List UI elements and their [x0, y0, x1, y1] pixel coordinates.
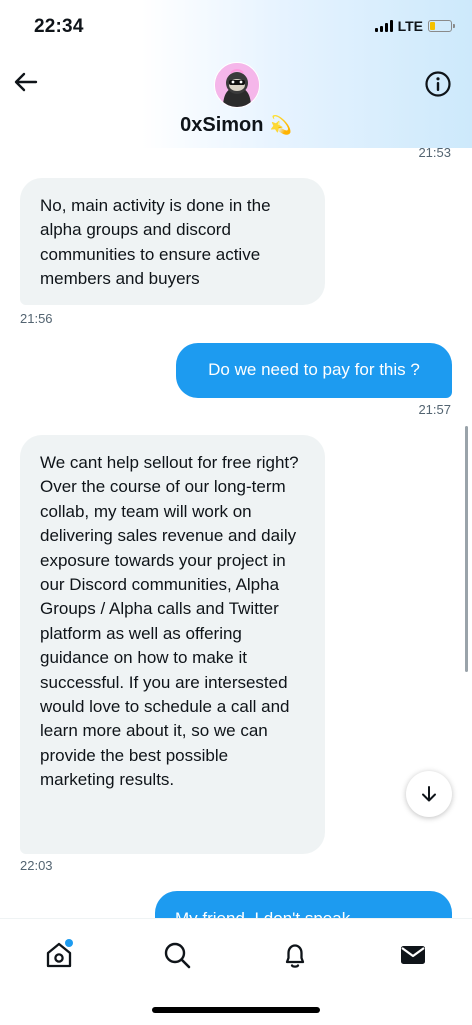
arrow-down-icon	[422, 786, 436, 802]
scrollbar[interactable]	[465, 426, 468, 672]
search-icon[interactable]	[155, 933, 199, 977]
network-label: LTE	[397, 18, 423, 34]
incoming-message[interactable]: We cant help sellout for free right? Ove…	[20, 435, 325, 854]
contact-avatar[interactable]	[214, 62, 260, 108]
status-indicators: LTE	[374, 18, 455, 34]
sparkle-emoji: 💫	[269, 115, 292, 135]
message-timestamp: 21:57	[418, 402, 451, 417]
contact-name[interactable]: 0xSimon 💫	[0, 114, 472, 137]
signal-icon	[374, 20, 393, 32]
scroll-to-bottom-button[interactable]	[406, 771, 452, 817]
notification-dot	[65, 939, 73, 947]
notifications-icon[interactable]	[273, 933, 317, 977]
message-timestamp: 21:56	[20, 311, 53, 326]
battery-icon	[428, 20, 455, 32]
incoming-message[interactable]: No, main activity is done in the alpha g…	[20, 178, 325, 305]
header: 22:34 LTE 0xSimon 💫	[0, 0, 472, 148]
home-icon[interactable]	[37, 933, 81, 977]
outgoing-message[interactable]: Do we need to pay for this ?	[176, 343, 452, 398]
message-timestamp: 22:03	[20, 858, 53, 873]
arrow-left-icon[interactable]	[12, 68, 40, 96]
info-icon[interactable]	[424, 70, 452, 98]
messages-icon[interactable]	[391, 933, 435, 977]
home-indicator	[152, 1007, 320, 1013]
status-time: 22:34	[34, 16, 84, 37]
